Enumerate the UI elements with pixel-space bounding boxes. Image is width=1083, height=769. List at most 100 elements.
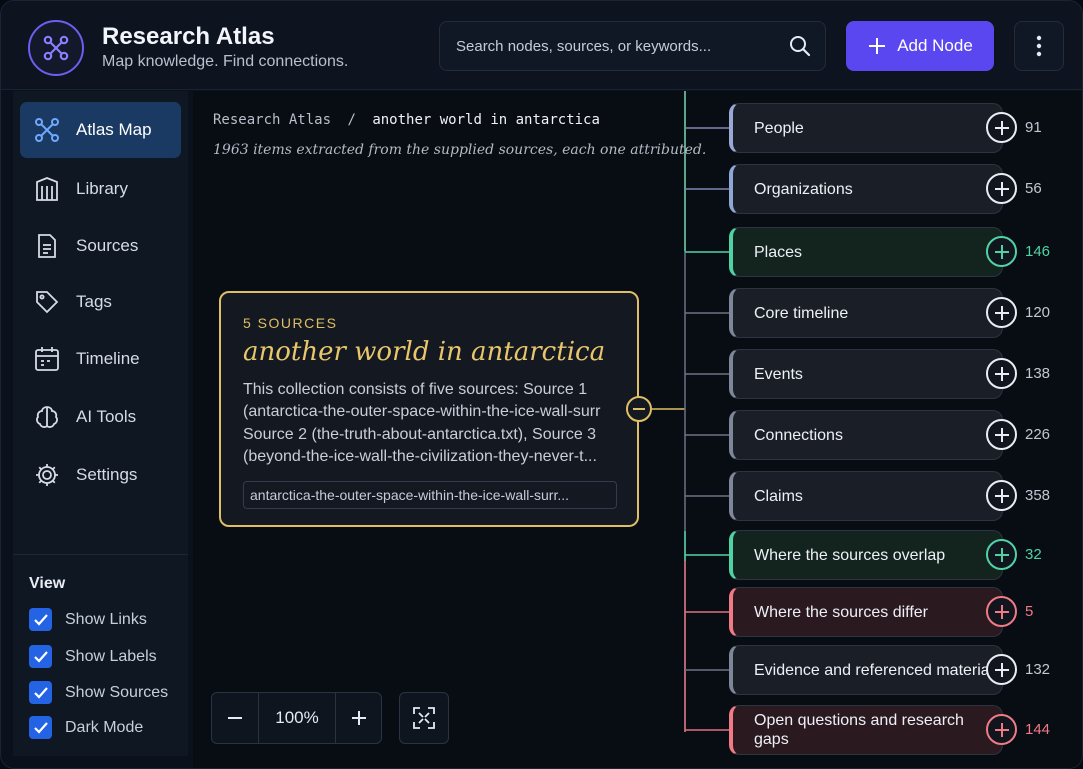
root-node-card[interactable]: 5 SOURCES another world in antarctica Th… (219, 291, 639, 527)
minus-icon (633, 408, 645, 410)
branch-label: Claims (754, 487, 803, 505)
description-line: (antarctica-the-outer-space-within-the-i… (243, 403, 601, 421)
search-input[interactable] (440, 22, 780, 70)
zoom-control: 100% (211, 692, 382, 744)
branch-label: Where the sources overlap (754, 546, 946, 564)
sidebar-item-settings[interactable]: Settings (20, 447, 181, 503)
sidebar-item-ai-tools[interactable]: AI Tools (20, 389, 181, 445)
tag-icon (36, 291, 59, 314)
breadcrumb: Research Atlas / another world in antarc… (213, 112, 600, 128)
search-icon[interactable] (789, 35, 811, 57)
sidebar-item-tags[interactable]: Tags (20, 274, 181, 330)
expand-branch-button[interactable] (986, 714, 1017, 745)
ai-icon (36, 406, 58, 428)
branch-node[interactable]: Evidence and referenced materials (729, 645, 1003, 695)
checkbox[interactable] (29, 608, 52, 631)
plus-icon (994, 722, 1009, 737)
breadcrumb-separator: / (347, 112, 356, 128)
expand-branch-button[interactable] (986, 236, 1017, 267)
branch-count: 358 (1025, 487, 1051, 504)
plus-icon (352, 711, 366, 725)
plus-icon (994, 662, 1009, 677)
add-node-button[interactable]: Add Node (846, 21, 994, 71)
branch-label: Where the sources differ (754, 603, 929, 621)
sidebar: Atlas Map Library Sources Tags Timeline … (13, 91, 188, 756)
source-file-chip[interactable]: antarctica-the-outer-space-within-the-ic… (243, 481, 617, 509)
view-section-title: View (29, 575, 66, 592)
zoom-level: 100% (258, 693, 336, 743)
sidebar-item-library[interactable]: Library (20, 161, 181, 217)
branch-node[interactable]: Where the sources overlap (729, 530, 1003, 580)
zoom-in-button[interactable] (336, 693, 382, 743)
expand-branch-button[interactable] (986, 654, 1017, 685)
branch-label: People (754, 119, 804, 137)
branch-count: 146 (1025, 243, 1051, 260)
fit-to-screen-button[interactable] (399, 692, 449, 744)
branch-node[interactable]: Claims (729, 471, 1003, 521)
search-box (439, 21, 826, 71)
sidebar-divider (13, 554, 188, 555)
description-line: (beyond-the-ice-wall-the-civilization-th… (243, 448, 597, 466)
branch-node[interactable]: Organizations (729, 164, 1003, 214)
checkbox[interactable] (29, 681, 52, 704)
branch-node[interactable]: Core timeline (729, 288, 1003, 338)
app-subtitle: Map knowledge. Find connections. (102, 53, 349, 70)
plus-icon (994, 244, 1009, 259)
sidebar-item-timeline[interactable]: Timeline (20, 331, 181, 387)
add-node-label: Add Node (897, 36, 973, 55)
collapse-node-button[interactable] (626, 396, 652, 422)
branch-count: 132 (1025, 661, 1051, 678)
expand-branch-button[interactable] (986, 112, 1017, 143)
branch-count: 5 (1025, 603, 1034, 620)
expand-branch-button[interactable] (986, 596, 1017, 627)
minus-icon (228, 717, 242, 719)
plus-icon (994, 305, 1009, 320)
checkbox[interactable] (29, 645, 52, 668)
show-links-toggle[interactable]: Show Links (29, 608, 147, 631)
branch-node[interactable]: Places (729, 227, 1003, 277)
show-labels-toggle[interactable]: Show Labels (29, 645, 157, 668)
plus-icon (994, 604, 1009, 619)
sidebar-item-atlas-map[interactable]: Atlas Map (20, 102, 181, 158)
checkbox[interactable] (29, 716, 52, 739)
top-bar: Research Atlas Map knowledge. Find conne… (1, 1, 1082, 90)
sidebar-item-label: Tags (76, 292, 112, 311)
expand-branch-button[interactable] (986, 297, 1017, 328)
atlas-logo-icon (28, 20, 84, 76)
show-sources-toggle[interactable]: Show Sources (29, 681, 168, 704)
check-icon (33, 650, 48, 663)
dark-mode-toggle[interactable]: Dark Mode (29, 716, 143, 739)
expand-branch-button[interactable] (986, 358, 1017, 389)
branch-count: 56 (1025, 180, 1042, 197)
description-line: This collection consists of five sources… (243, 381, 588, 398)
more-options-button[interactable] (1014, 21, 1064, 71)
root-node-title: another world in antarctica (243, 337, 606, 367)
zoom-out-button[interactable] (212, 693, 258, 743)
root-node-description: This collection consists of five sources… (243, 379, 619, 469)
breadcrumb-root[interactable]: Research Atlas (213, 112, 331, 128)
sidebar-item-sources[interactable]: Sources (20, 218, 181, 274)
sidebar-item-label: AI Tools (76, 407, 137, 426)
breadcrumb-current: another world in antarctica (372, 112, 600, 128)
branch-node[interactable]: Where the sources differ (729, 587, 1003, 637)
branch-node[interactable]: Connections (729, 410, 1003, 460)
root-node-source-count: 5 SOURCES (243, 315, 338, 331)
items-summary: 1963 items extracted from the supplied s… (213, 142, 707, 158)
library-icon (36, 177, 58, 201)
expand-branch-button[interactable] (986, 419, 1017, 450)
branch-count: 32 (1025, 546, 1042, 563)
sidebar-item-label: Atlas Map (76, 120, 152, 139)
branch-count: 120 (1025, 304, 1051, 321)
branch-node[interactable]: People (729, 103, 1003, 153)
branch-node[interactable]: Open questions and research gaps (729, 705, 1003, 755)
document-icon (38, 234, 56, 258)
expand-branch-button[interactable] (986, 480, 1017, 511)
expand-branch-button[interactable] (986, 539, 1017, 570)
app-title: Research Atlas (102, 23, 275, 50)
branch-count: 144 (1025, 721, 1051, 738)
branch-label: Events (754, 365, 803, 383)
branch-count: 138 (1025, 365, 1051, 382)
branch-label: Core timeline (754, 304, 849, 322)
branch-node[interactable]: Events (729, 349, 1003, 399)
expand-branch-button[interactable] (986, 173, 1017, 204)
